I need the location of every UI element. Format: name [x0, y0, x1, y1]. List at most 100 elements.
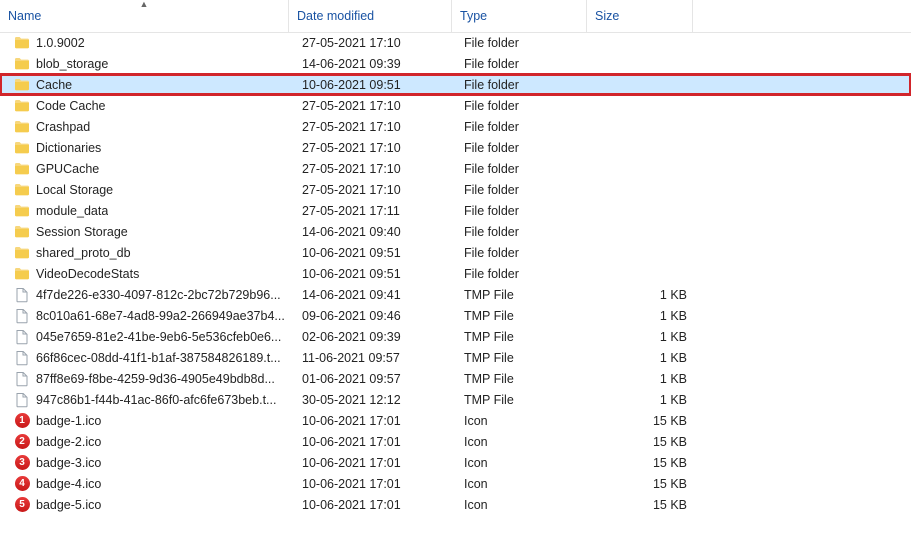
cell-type: File folder [456, 267, 590, 281]
column-header-size[interactable]: Size [587, 0, 692, 32]
cell-type: TMP File [456, 393, 590, 407]
cell-type: File folder [456, 36, 590, 50]
cell-type: File folder [456, 246, 590, 260]
list-item[interactable]: 3badge-3.ico10-06-2021 17:01Icon15 KB [0, 452, 911, 473]
file-explorer: Name ▲ Date modified Type Size 1.0.90022… [0, 0, 911, 547]
list-item[interactable]: 4f7de226-e330-4097-812c-2bc72b729b96... 1… [0, 284, 911, 305]
list-item[interactable]: blob_storage14-06-2021 09:39File folder [0, 53, 911, 74]
cell-date: 10-06-2021 09:51 [294, 267, 456, 281]
cell-date: 27-05-2021 17:10 [294, 141, 456, 155]
cell-name: 2 badge-2.ico [0, 434, 294, 450]
item-name: badge-1.ico [36, 414, 101, 428]
item-name: 66f86cec-08dd-41f1-b1af-387584826189.t..… [36, 351, 281, 365]
cell-date: 10-06-2021 17:01 [294, 477, 456, 491]
cell-date: 10-06-2021 17:01 [294, 456, 456, 470]
item-name: blob_storage [36, 57, 108, 71]
cell-date: 27-05-2021 17:10 [294, 99, 456, 113]
item-name: shared_proto_db [36, 246, 131, 260]
cell-date: 14-06-2021 09:39 [294, 57, 456, 71]
cell-type: Icon [456, 414, 590, 428]
cell-type: TMP File [456, 351, 590, 365]
cell-type: Icon [456, 477, 590, 491]
item-name: badge-5.ico [36, 498, 101, 512]
list-item[interactable]: Code Cache27-05-2021 17:10File folder [0, 95, 911, 116]
folder-icon [14, 182, 30, 198]
list-item[interactable]: 8c010a61-68e7-4ad8-99a2-266949ae37b4... 0… [0, 305, 911, 326]
cell-size: 1 KB [590, 309, 703, 323]
cell-date: 27-05-2021 17:10 [294, 162, 456, 176]
list-item[interactable]: module_data27-05-2021 17:11File folder [0, 200, 911, 221]
list-item[interactable]: 1.0.900227-05-2021 17:10File folder [0, 32, 911, 53]
cell-size: 1 KB [590, 372, 703, 386]
list-item[interactable]: Cache10-06-2021 09:51File folder [0, 74, 911, 95]
item-name: 045e7659-81e2-41be-9eb6-5e536cfeb0e6... [36, 330, 281, 344]
item-name: Cache [36, 78, 72, 92]
cell-name: blob_storage [0, 56, 294, 72]
list-item[interactable]: 5badge-5.ico10-06-2021 17:01Icon15 KB [0, 494, 911, 515]
cell-name: Dictionaries [0, 140, 294, 156]
list-item[interactable]: 4badge-4.ico10-06-2021 17:01Icon15 KB [0, 473, 911, 494]
column-header-name[interactable]: Name ▲ [0, 0, 288, 32]
cell-type: File folder [456, 120, 590, 134]
file-list[interactable]: 1.0.900227-05-2021 17:10File folderblob_… [0, 32, 911, 547]
cell-type: File folder [456, 225, 590, 239]
cell-name: Local Storage [0, 182, 294, 198]
item-name: badge-3.ico [36, 456, 101, 470]
list-item[interactable]: 1badge-1.ico10-06-2021 17:01Icon15 KB [0, 410, 911, 431]
folder-icon [14, 35, 30, 51]
cell-type: Icon [456, 435, 590, 449]
item-name: Local Storage [36, 183, 113, 197]
list-item[interactable]: GPUCache27-05-2021 17:10File folder [0, 158, 911, 179]
file-icon [14, 287, 30, 303]
cell-type: File folder [456, 204, 590, 218]
file-icon [14, 392, 30, 408]
list-item[interactable]: VideoDecodeStats10-06-2021 09:51File fol… [0, 263, 911, 284]
cell-date: 27-05-2021 17:11 [294, 204, 456, 218]
list-item[interactable]: 87ff8e69-f8be-4259-9d36-4905e49bdb8d...0… [0, 368, 911, 389]
folder-icon [14, 140, 30, 156]
cell-size: 1 KB [590, 393, 703, 407]
cell-name: 4f7de226-e330-4097-812c-2bc72b729b96... [0, 287, 294, 303]
folder-icon [14, 56, 30, 72]
item-name: 8c010a61-68e7-4ad8-99a2-266949ae37b4... [36, 309, 285, 323]
list-item[interactable]: Dictionaries27-05-2021 17:10File folder [0, 137, 911, 158]
cell-type: Icon [456, 456, 590, 470]
cell-date: 09-06-2021 09:46 [294, 309, 456, 323]
cell-name: VideoDecodeStats [0, 266, 294, 282]
cell-size: 1 KB [590, 288, 703, 302]
cell-name: GPUCache [0, 161, 294, 177]
column-header-type[interactable]: Type [452, 0, 586, 32]
badge-icon: 2 [14, 434, 30, 450]
list-item[interactable]: Local Storage27-05-2021 17:10File folder [0, 179, 911, 200]
cell-type: TMP File [456, 288, 590, 302]
folder-icon [14, 98, 30, 114]
list-item[interactable]: 045e7659-81e2-41be-9eb6-5e536cfeb0e6...0… [0, 326, 911, 347]
cell-name: 1.0.9002 [0, 35, 294, 51]
cell-name: module_data [0, 203, 294, 219]
cell-type: File folder [456, 162, 590, 176]
item-name: Code Cache [36, 99, 106, 113]
file-icon [14, 308, 30, 324]
cell-date: 10-06-2021 09:51 [294, 246, 456, 260]
list-item[interactable]: Crashpad27-05-2021 17:10File folder [0, 116, 911, 137]
folder-icon [14, 77, 30, 93]
cell-size: 15 KB [590, 414, 703, 428]
cell-date: 10-06-2021 17:01 [294, 435, 456, 449]
column-header-date[interactable]: Date modified [289, 0, 451, 32]
list-item[interactable]: shared_proto_db 10-06-2021 09:51File fold… [0, 242, 911, 263]
list-item[interactable]: Session Storage14-06-2021 09:40File fold… [0, 221, 911, 242]
folder-icon [14, 266, 30, 282]
cell-date: 01-06-2021 09:57 [294, 372, 456, 386]
list-item[interactable]: 66f86cec-08dd-41f1-b1af-387584826189.t..… [0, 347, 911, 368]
column-header-date-label: Date modified [297, 9, 374, 23]
item-name: Dictionaries [36, 141, 101, 155]
file-icon [14, 329, 30, 345]
list-item[interactable]: 947c86b1-f44b-41ac-86f0-afc6fe673beb.t..… [0, 389, 911, 410]
item-name: badge-2.ico [36, 435, 101, 449]
badge-icon: 3 [14, 455, 30, 471]
cell-size: 1 KB [590, 351, 703, 365]
cell-name: Crashpad [0, 119, 294, 135]
list-item[interactable]: 2badge-2.ico10-06-2021 17:01Icon15 KB [0, 431, 911, 452]
cell-name: 1badge-1.ico [0, 413, 294, 429]
cell-name: 4badge-4.ico [0, 476, 294, 492]
